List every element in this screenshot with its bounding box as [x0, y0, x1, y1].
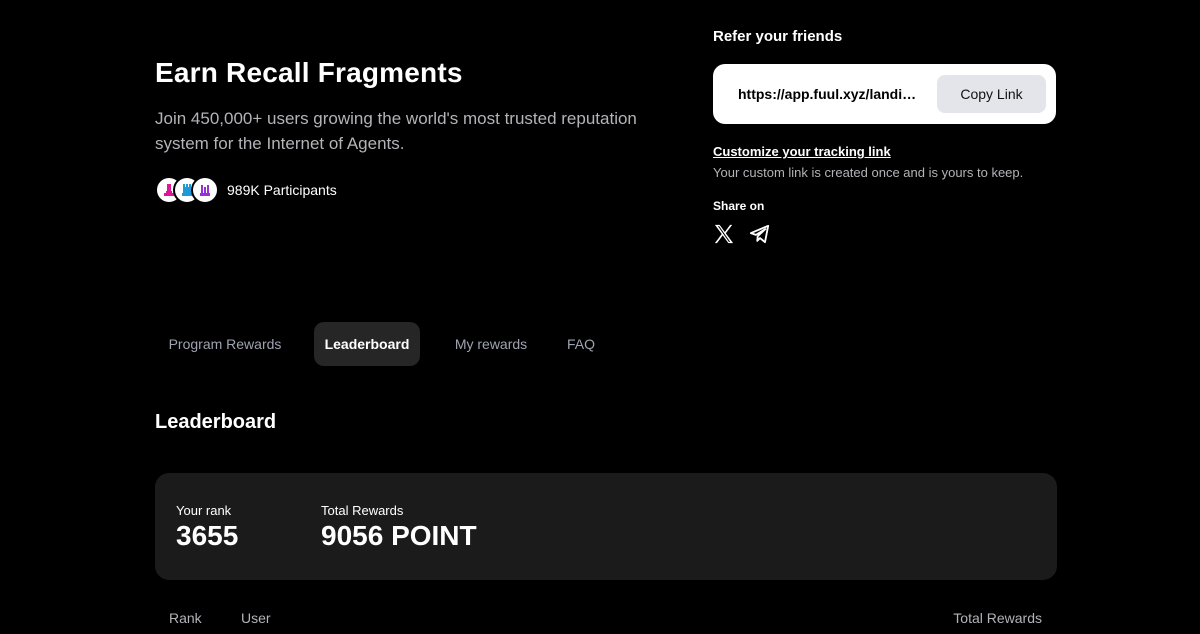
leaderboard-table-header: Rank User Total Rewards — [155, 610, 1057, 630]
your-rank-label: Your rank — [176, 503, 232, 518]
participant-avatars — [155, 176, 219, 204]
leaderboard-title: Leaderboard — [155, 411, 277, 433]
telegram-icon[interactable] — [749, 223, 771, 245]
column-rank: Rank — [169, 610, 202, 626]
page: Earn Recall Fragments Join 450,000+ user… — [0, 0, 1200, 634]
participants-row: 989K Participants — [155, 176, 695, 204]
tab-program-rewards[interactable]: Program Rewards — [155, 322, 295, 366]
tab-my-rewards[interactable]: My rewards — [430, 322, 552, 366]
total-rewards-stat: Total Rewards 9056 POINT — [321, 503, 477, 552]
x-icon[interactable] — [713, 223, 735, 245]
tab-bar: Program Rewards Leaderboard My rewards F… — [155, 322, 607, 366]
column-user: User — [241, 610, 271, 626]
participants-count: 989K Participants — [227, 182, 337, 198]
your-rank-value: 3655 — [176, 520, 239, 551]
hero-subtitle: Join 450,000+ users growing the world's … — [155, 109, 637, 153]
referral-link-box: https://app.fuul.xyz/landing/recall?refe… — [713, 64, 1056, 124]
copy-link-button[interactable]: Copy Link — [937, 75, 1046, 113]
total-rewards-label: Total Rewards — [321, 503, 404, 518]
column-total-rewards: Total Rewards — [953, 610, 1042, 626]
rank-summary-card: Your rank 3655 Total Rewards 9056 POINT — [155, 473, 1057, 580]
avatar — [191, 176, 219, 204]
customize-note: Your custom link is created once and is … — [713, 165, 1024, 180]
share-icons — [713, 223, 1056, 245]
customize-tracking-link[interactable]: Customize your tracking link — [713, 144, 891, 159]
referral-link[interactable]: https://app.fuul.xyz/landing/recall?refe… — [738, 86, 923, 102]
referral-panel: Refer your friends https://app.fuul.xyz/… — [713, 28, 1056, 245]
share-label: Share on — [713, 199, 765, 213]
tab-leaderboard[interactable]: Leaderboard — [314, 322, 420, 366]
referral-title: Refer your friends — [713, 28, 843, 45]
your-rank-stat: Your rank 3655 — [176, 503, 238, 552]
tab-faq[interactable]: FAQ — [555, 322, 607, 366]
page-title: Earn Recall Fragments — [155, 57, 463, 88]
total-rewards-value: 9056 POINT — [321, 520, 477, 551]
hero-section: Earn Recall Fragments Join 450,000+ user… — [155, 56, 695, 204]
castle-icon — [200, 185, 210, 196]
